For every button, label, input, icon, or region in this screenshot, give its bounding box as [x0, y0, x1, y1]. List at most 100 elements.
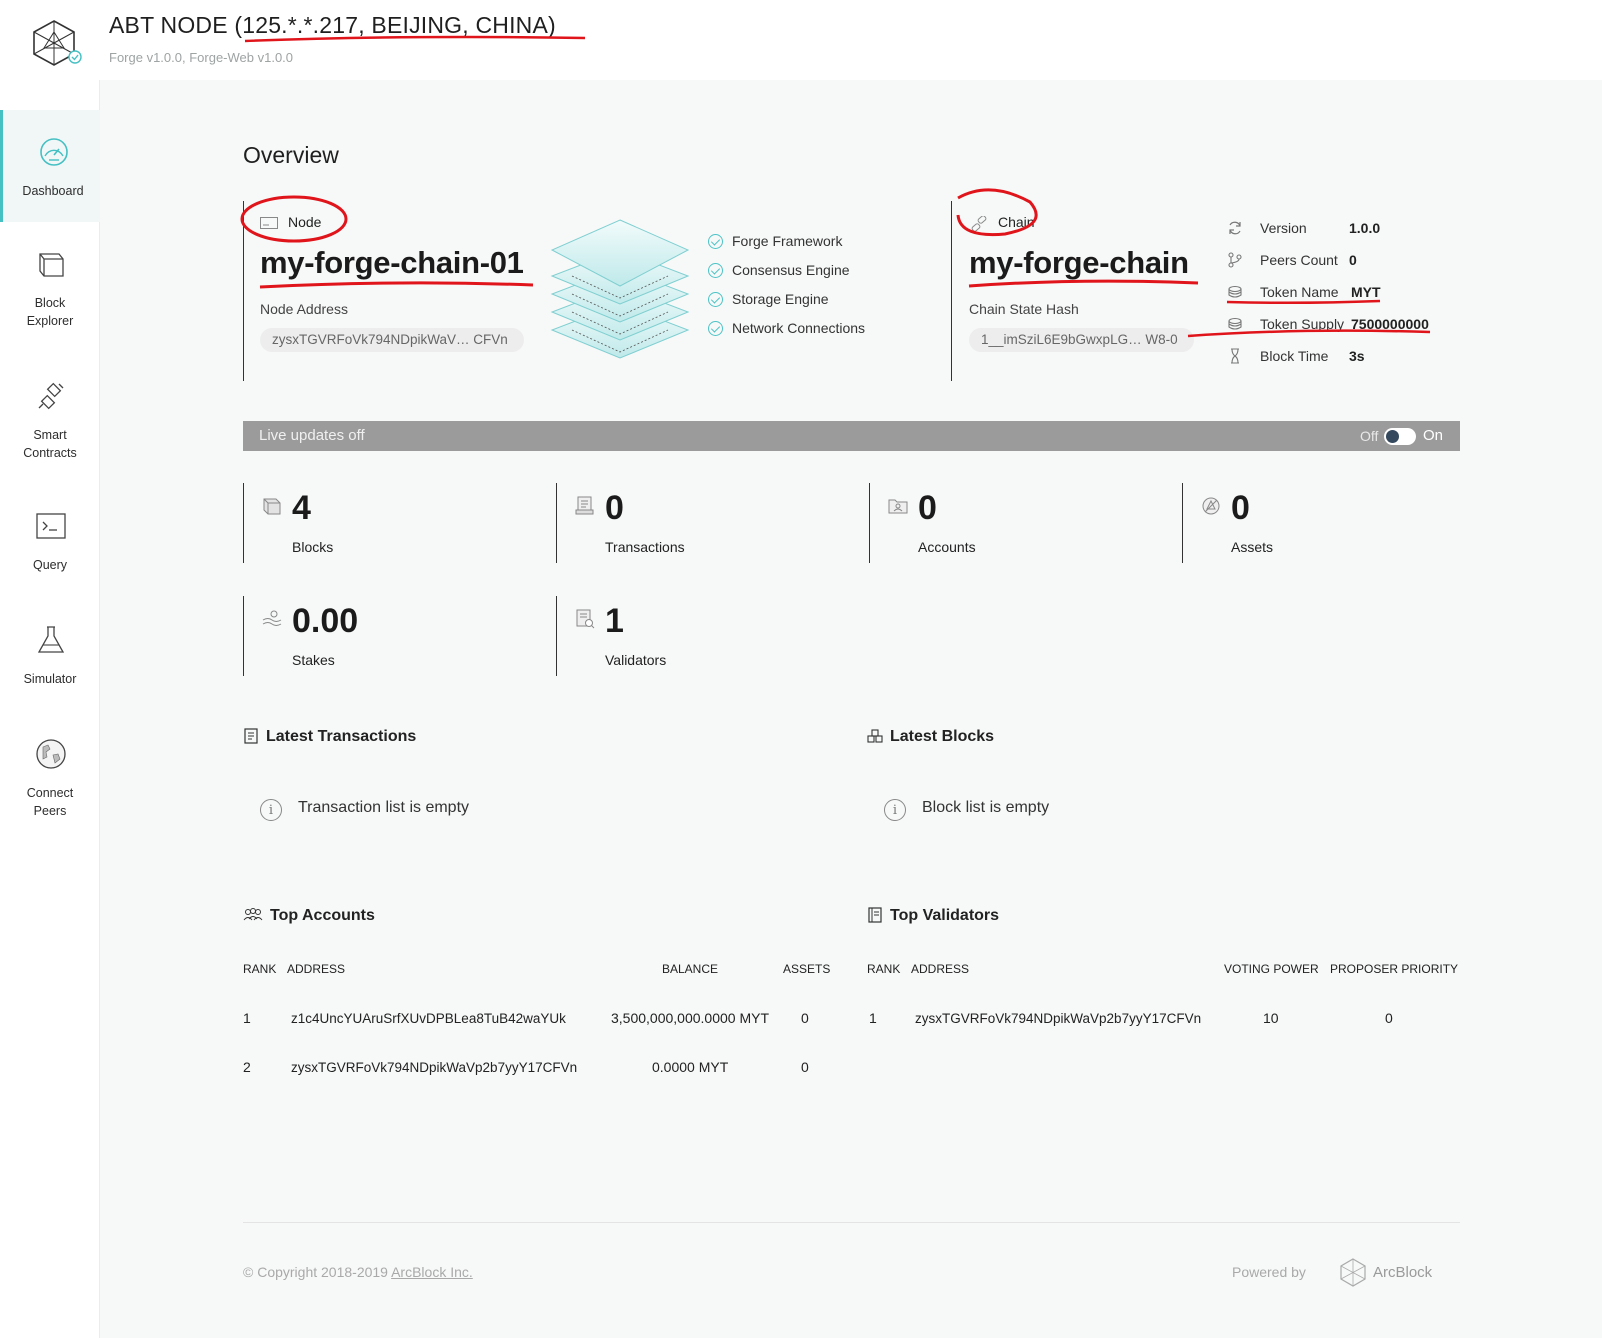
toggle-off-label: Off	[1360, 428, 1379, 444]
stat-stakes[interactable]: 0.00 Stakes	[243, 596, 543, 676]
validator-proposer-priority: 0	[1385, 1010, 1393, 1026]
info-value: 3s	[1349, 348, 1365, 364]
receipt-icon	[244, 728, 258, 744]
receipt-icon	[575, 496, 594, 515]
sidebar-item-smart-contracts[interactable]: Smart Contracts	[0, 354, 100, 466]
live-updates-toggle[interactable]	[1384, 428, 1416, 445]
validator-voting-power: 10	[1263, 1010, 1279, 1026]
toggle-knob	[1386, 430, 1399, 443]
latest-blocks-title: Latest Blocks	[867, 728, 994, 746]
sidebar-item-label: Simulator	[23, 672, 77, 686]
section-title-text: Latest Blocks	[890, 728, 995, 745]
account-address-link[interactable]: zysxTGVRFoVk794NDpikWaVp2b7yyY17CFVn	[291, 1060, 577, 1075]
stat-transactions[interactable]: 0 Transactions	[556, 483, 856, 563]
sidebar-nav: Dashboard Block Explorer Smart Contracts…	[0, 80, 100, 1338]
chain-divider	[951, 201, 952, 381]
validator-address-link[interactable]: zysxTGVRFoVk794NDpikWaVp2b7yyY17CFVn	[915, 1011, 1201, 1026]
info-key: Token Name	[1260, 284, 1339, 300]
company-link[interactable]: ArcBlock Inc.	[391, 1264, 473, 1280]
feature-forge-framework: Forge Framework	[708, 233, 842, 249]
stat-blocks[interactable]: 4 Blocks	[243, 483, 543, 563]
stat-value: 0.00	[292, 602, 359, 640]
stat-divider	[556, 483, 557, 563]
toggle-on-label: On	[1423, 427, 1444, 444]
app-version: Forge v1.0.0, Forge-Web v1.0.0	[109, 50, 294, 65]
check-circle-icon	[708, 321, 723, 336]
info-value: 1.0.0	[1349, 220, 1381, 236]
node-divider	[243, 201, 244, 381]
node-name: my-forge-chain-01	[260, 245, 524, 280]
sidebar-item-label: Smart Contracts	[23, 428, 77, 460]
feature-consensus-engine: Consensus Engine	[708, 262, 850, 278]
footer-divider	[243, 1222, 1460, 1223]
copyright: © Copyright 2018-2019 ArcBlock Inc.	[243, 1264, 473, 1280]
stat-divider	[243, 483, 244, 563]
section-title-text: Top Accounts	[270, 907, 375, 924]
account-address-link[interactable]: z1c4UncYUAruSrfXUvDPBLea8TuB42waYUk	[291, 1011, 566, 1026]
section-title-text: Latest Transactions	[266, 728, 417, 745]
empty-text: Transaction list is empty	[298, 799, 470, 816]
feature-label: Consensus Engine	[732, 262, 850, 278]
stat-divider	[243, 596, 244, 676]
feature-network-connections: Network Connections	[708, 320, 865, 336]
info-value: 0	[1349, 252, 1357, 268]
coins-icon	[1228, 317, 1242, 330]
info-value: 7500000000	[1351, 316, 1429, 332]
flask-icon	[37, 626, 65, 653]
validator-rank: 1	[869, 1010, 877, 1026]
stat-label: Transactions	[605, 539, 685, 555]
stat-accounts[interactable]: 0 Accounts	[869, 483, 1169, 563]
cube-icon	[39, 253, 64, 277]
check-circle-icon	[708, 234, 723, 249]
col-header-balance: BALANCE	[662, 962, 719, 976]
sidebar-item-query[interactable]: Query	[0, 484, 100, 596]
stat-label: Accounts	[918, 539, 976, 555]
account-rank: 2	[243, 1059, 251, 1075]
sidebar-item-dashboard[interactable]: Dashboard	[0, 110, 100, 222]
arcblock-logo-icon[interactable]	[1338, 1257, 1368, 1287]
validator-icon	[576, 609, 595, 629]
blocks-empty: i Block list is empty	[884, 799, 1049, 821]
node-tag-label: Node	[288, 214, 322, 230]
feature-storage-engine: Storage Engine	[708, 291, 829, 307]
account-rank: 1	[243, 1010, 251, 1026]
feature-label: Forge Framework	[732, 233, 843, 249]
folder-user-icon	[888, 499, 908, 514]
account-balance: 3,500,000,000.0000 MYT	[611, 1010, 770, 1026]
account-assets: 0	[801, 1059, 809, 1075]
stat-value: 0	[1231, 489, 1250, 527]
transactions-empty: i Transaction list is empty	[260, 799, 469, 821]
feature-label: Network Connections	[732, 320, 866, 336]
plug-icon	[38, 382, 64, 410]
sidebar-item-block-explorer[interactable]: Block Explorer	[0, 222, 100, 334]
col-header-voting-power: VOTING POWER	[1224, 962, 1319, 976]
stat-label: Blocks	[292, 539, 334, 555]
stake-icon	[262, 610, 282, 626]
node-server-icon	[260, 217, 278, 229]
stat-divider	[1182, 483, 1183, 563]
app-title: ABT NODE (125.*.*.217, BEIJING, CHINA)	[109, 12, 556, 38]
feature-label: Storage Engine	[732, 291, 829, 307]
col-header-rank: RANK	[243, 962, 277, 976]
info-key: Token Supply	[1260, 316, 1345, 332]
info-key: Peers Count	[1260, 252, 1338, 268]
sidebar-item-connect-peers[interactable]: Connect Peers	[0, 712, 100, 824]
info-value: MYT	[1351, 284, 1381, 300]
info-icon: i	[884, 799, 906, 821]
sidebar-item-label: Block Explorer	[26, 296, 74, 328]
top-accounts-title: Top Accounts	[243, 907, 375, 925]
block-icon	[263, 498, 281, 515]
stat-validators[interactable]: 1 Validators	[556, 596, 856, 676]
sidebar-item-simulator[interactable]: Simulator	[0, 598, 100, 710]
link-icon	[971, 216, 987, 232]
check-circle-icon	[708, 263, 723, 278]
col-header-rank: RANK	[867, 962, 901, 976]
arcblock-logo-icon[interactable]	[30, 18, 82, 66]
top-header: ABT NODE (125.*.*.217, BEIJING, CHINA) F…	[0, 0, 1602, 80]
stat-divider	[869, 483, 870, 563]
layers-stack-icon	[550, 219, 690, 359]
node-address-value[interactable]: zysxTGVRFoVk794NDpikWaV… CFVn	[260, 328, 524, 352]
chain-state-hash-value[interactable]: 1__imSziL6E9bGwxpLG… W8-0	[969, 328, 1194, 352]
node-address-label: Node Address	[260, 301, 348, 317]
stat-assets[interactable]: 0 Assets	[1182, 483, 1482, 563]
